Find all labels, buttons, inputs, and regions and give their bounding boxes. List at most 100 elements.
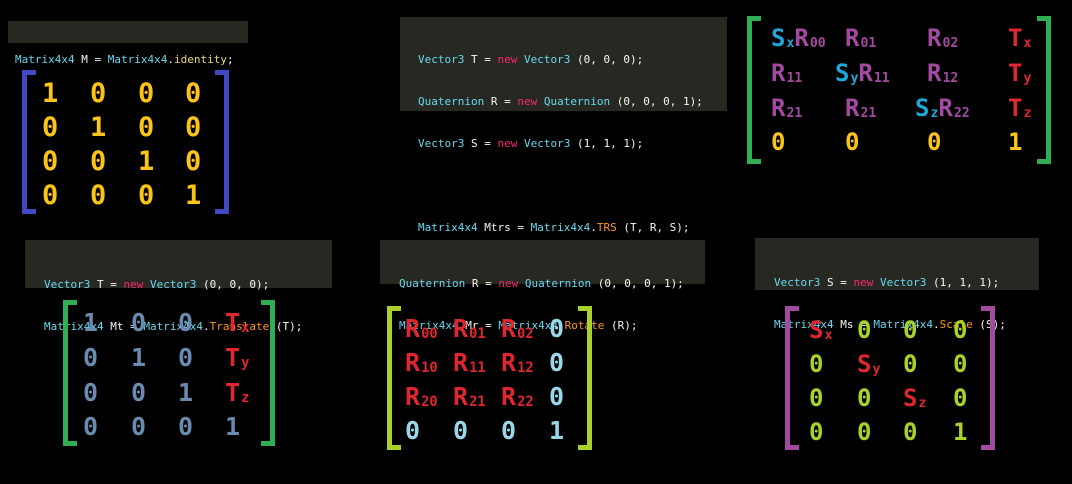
matrix-cell: 0 bbox=[138, 80, 154, 107]
right-bracket bbox=[981, 306, 995, 450]
code-token: (1, 1, 1); bbox=[926, 276, 1000, 289]
code-token: Vector3 bbox=[523, 137, 571, 150]
subscript: y bbox=[872, 361, 881, 377]
matrix-cell: SzR22 bbox=[915, 96, 970, 120]
matrix-cell: 0 bbox=[903, 318, 917, 342]
symbol: 1 bbox=[1008, 128, 1023, 156]
symbol: 1 bbox=[225, 412, 241, 441]
symbol: S bbox=[903, 384, 918, 412]
matrix-cell: Sy bbox=[857, 352, 880, 376]
code-token: Vector3 bbox=[774, 276, 821, 289]
matrix-cell: Sz bbox=[903, 386, 926, 410]
symbol: 0 bbox=[903, 350, 918, 378]
symbol: 1 bbox=[953, 418, 968, 446]
right-bracket bbox=[261, 300, 275, 446]
code-token: Vector3 bbox=[44, 278, 91, 291]
code-token: (0, 0, 0); bbox=[570, 53, 644, 66]
symbol: 0 bbox=[809, 418, 824, 446]
matrix-cell: R21 bbox=[453, 384, 486, 409]
matrix-cell: 0 bbox=[90, 182, 106, 209]
symbol: 0 bbox=[42, 146, 59, 177]
symbol: R bbox=[405, 314, 421, 343]
matrix-cell: 1 bbox=[42, 80, 58, 107]
symbol: S bbox=[857, 350, 872, 378]
code-token: Matrix4x4 bbox=[530, 221, 591, 234]
symbol: 1 bbox=[185, 180, 202, 211]
symbol: 0 bbox=[90, 180, 107, 211]
subscript: 21 bbox=[469, 393, 486, 410]
matrix-cell: Ty bbox=[1008, 61, 1031, 85]
symbol: R bbox=[845, 24, 860, 52]
code-token: new bbox=[517, 95, 538, 108]
symbol: 0 bbox=[549, 382, 565, 411]
matrix-cell: 1 bbox=[131, 345, 146, 370]
code-identity: Matrix4x4 M = Matrix4x4.identity; bbox=[8, 21, 248, 66]
symbol: 0 bbox=[845, 128, 860, 156]
subscript: y bbox=[1023, 70, 1032, 86]
symbol: 0 bbox=[185, 78, 202, 109]
symbol: 0 bbox=[927, 128, 942, 156]
matrix-cell: 0 bbox=[178, 414, 193, 439]
matrix-cell: 0 bbox=[83, 414, 98, 439]
translate-matrix: 1 0 0 Tx 0 1 0 Ty 0 0 1 Tz 0 0 0 1 bbox=[63, 300, 275, 446]
code-token: (0, 0, 0, 1); bbox=[610, 95, 703, 108]
code-token: (1, 1, 1); bbox=[570, 137, 644, 150]
symbol: T bbox=[225, 378, 241, 407]
matrix-cell: 0 bbox=[83, 380, 98, 405]
matrix-cell: 0 bbox=[453, 418, 468, 443]
matrix-cell: 1 bbox=[185, 182, 201, 209]
symbol: T bbox=[225, 343, 241, 372]
symbol: 0 bbox=[953, 384, 968, 412]
code-token: Quaternion bbox=[418, 95, 485, 108]
code-token: S = bbox=[464, 137, 498, 150]
code-token: new bbox=[853, 276, 874, 289]
matrix-cell: 0 bbox=[857, 420, 871, 444]
matrix-cell: R11 bbox=[771, 61, 802, 85]
symbol: R bbox=[771, 59, 786, 87]
matrix-cell: R10 bbox=[405, 350, 438, 375]
matrix-cell: 0 bbox=[90, 80, 106, 107]
subscript: z bbox=[241, 389, 250, 406]
matrix-cell: 0 bbox=[42, 114, 58, 141]
symbol: 0 bbox=[42, 180, 59, 211]
subscript: 22 bbox=[953, 105, 970, 121]
symbol: 0 bbox=[809, 384, 824, 412]
symbol: 0 bbox=[903, 316, 918, 344]
matrix-cell: 0 bbox=[138, 182, 154, 209]
matrix-cell: 0 bbox=[549, 384, 564, 409]
matrix-cell: 0 bbox=[178, 310, 193, 335]
code-token: Vector3 bbox=[523, 53, 571, 66]
symbol: R bbox=[501, 348, 517, 377]
matrix-cell: 0 bbox=[185, 148, 201, 175]
code-token: identity bbox=[173, 53, 227, 66]
code-token: (T, R, S); bbox=[616, 221, 690, 234]
symbol: 0 bbox=[42, 112, 59, 143]
code-token: Quaternion bbox=[399, 277, 466, 290]
matrix-cell: 0 bbox=[809, 386, 823, 410]
symbol: 0 bbox=[857, 316, 872, 344]
matrix-cell: R00 bbox=[405, 316, 438, 341]
symbol: R bbox=[845, 94, 860, 122]
symbol: 1 bbox=[90, 112, 107, 143]
code-token: (R); bbox=[604, 319, 638, 332]
matrix-cell: R22 bbox=[501, 384, 534, 409]
symbol: T bbox=[1008, 24, 1023, 52]
symbol: R bbox=[927, 24, 942, 52]
matrix-cell: SyR11 bbox=[835, 61, 890, 85]
matrix-cell: 0 bbox=[903, 352, 917, 376]
matrix-cell: R20 bbox=[405, 384, 438, 409]
code-token: Vector3 bbox=[418, 137, 465, 150]
code-rotate: Quaternion R = new Quaternion (0, 0, 0, … bbox=[380, 240, 705, 332]
symbol: 0 bbox=[178, 343, 194, 372]
trs-matrix: SxR00 R01 R02 Tx R11 SyR11 R12 Ty R21 R21 SzR22 Tz 0… bbox=[747, 16, 1051, 164]
right-bracket bbox=[215, 70, 229, 214]
symbol: S bbox=[809, 316, 824, 344]
left-bracket bbox=[747, 16, 761, 164]
matrix-cell: 1 bbox=[90, 114, 106, 141]
subscript: 11 bbox=[786, 70, 803, 86]
code-translate: Vector3 T = new Vector3 (0, 0, 0); Matri… bbox=[25, 240, 332, 333]
symbol: R bbox=[501, 382, 517, 411]
subscript: x bbox=[1023, 35, 1032, 51]
